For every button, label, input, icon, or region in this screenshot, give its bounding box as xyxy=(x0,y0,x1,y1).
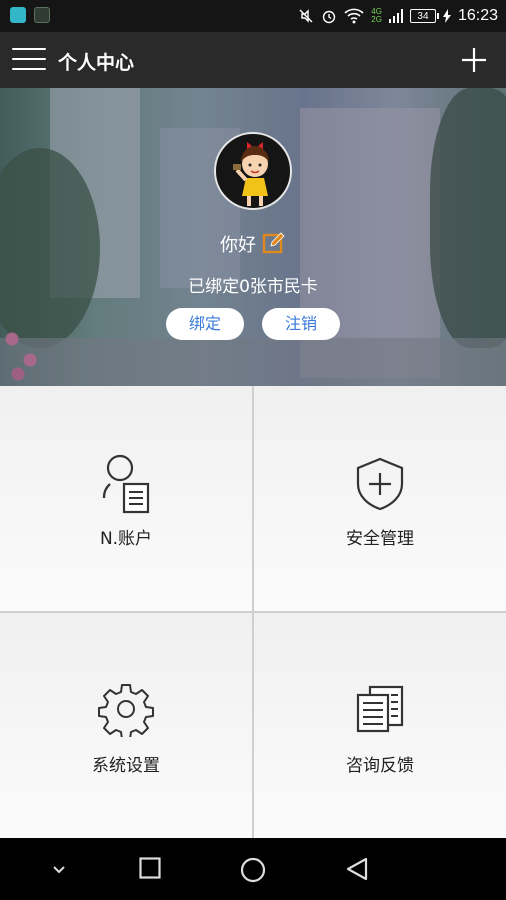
bound-cards-text: 已绑定0张市民卡 xyxy=(188,277,318,297)
profile-banner: 你好 已绑定0张市民卡 绑定 注销 xyxy=(0,88,506,386)
menu-label-settings: 系统设置 xyxy=(92,756,160,776)
menu-grid: N.账户 安全管理 系统设置 咨询反馈 xyxy=(0,386,506,838)
menu-item-settings[interactable]: 系统设置 xyxy=(0,613,252,838)
grid-divider-horizontal xyxy=(0,611,506,613)
mute-icon xyxy=(299,9,313,23)
menu-item-security[interactable]: 安全管理 xyxy=(254,386,506,611)
signal-icon xyxy=(388,9,403,23)
edit-icon[interactable] xyxy=(262,231,286,255)
logout-button[interactable]: 注销 xyxy=(262,308,340,340)
avatar[interactable] xyxy=(214,132,292,210)
clock: 16:23 xyxy=(457,7,498,24)
menu-icon[interactable] xyxy=(12,48,46,72)
battery-icon: 34 xyxy=(409,9,439,23)
menu-item-feedback[interactable]: 咨询反馈 xyxy=(254,613,506,838)
status-icons: 4G 2G 34 16:23 xyxy=(298,5,498,27)
shield-plus-icon xyxy=(356,457,404,511)
battery-level: 34 xyxy=(417,10,429,22)
menu-label-feedback: 咨询反馈 xyxy=(346,756,414,776)
alarm-icon xyxy=(323,10,336,24)
greeting-row: 你好 xyxy=(0,231,506,257)
app-notification-icon xyxy=(10,7,26,23)
account-search-icon xyxy=(102,454,150,514)
home-icon[interactable] xyxy=(240,857,266,883)
recent-apps-icon[interactable] xyxy=(139,857,161,879)
gear-icon xyxy=(98,684,154,737)
network-type: 4G 2G xyxy=(371,8,382,24)
network-label-bottom: 2G xyxy=(371,15,382,24)
wifi-icon xyxy=(344,8,364,24)
back-icon[interactable] xyxy=(345,857,369,881)
charging-icon xyxy=(442,9,451,23)
menu-item-account[interactable]: N.账户 xyxy=(0,386,252,611)
notification-icons xyxy=(10,7,50,23)
menu-label-account: N.账户 xyxy=(99,529,153,549)
system-nav-bar xyxy=(0,838,506,900)
wechat-notification-icon xyxy=(34,7,50,23)
documents-icon xyxy=(356,685,404,733)
greeting-text: 你好 xyxy=(220,235,256,256)
menu-label-security: 安全管理 xyxy=(346,529,414,549)
add-icon[interactable] xyxy=(460,46,488,74)
app-bar: 个人中心 xyxy=(0,32,506,88)
hide-keyboard-icon[interactable] xyxy=(50,864,68,876)
status-bar: 4G 2G 34 16:23 xyxy=(0,0,506,32)
page-title: 个人中心 xyxy=(58,52,135,74)
bind-button[interactable]: 绑定 xyxy=(166,308,244,340)
